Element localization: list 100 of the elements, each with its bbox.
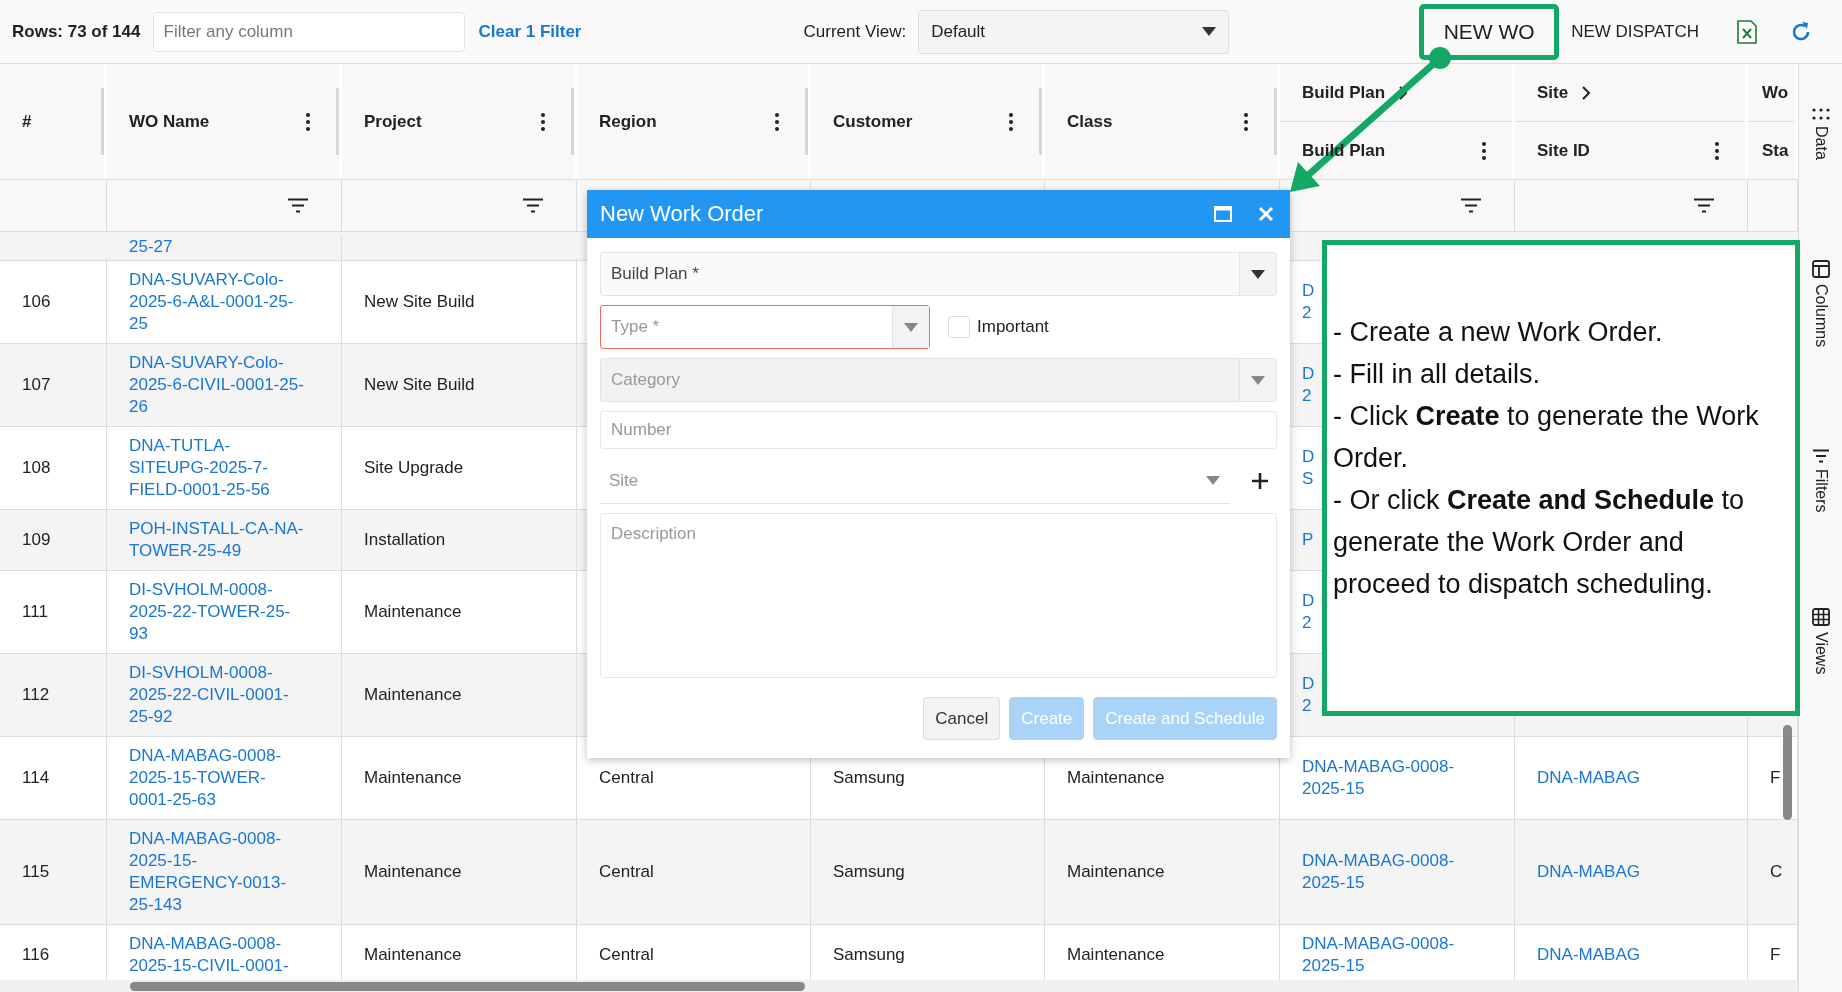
link[interactable]: DNA-MABAG-0008-2025-15-TOWER-0001-25-63 bbox=[129, 745, 305, 811]
table-cell: 107 bbox=[22, 374, 51, 396]
site-dropdown[interactable]: Site bbox=[600, 458, 1230, 504]
dots-icon bbox=[1812, 108, 1830, 120]
note-text: - Create a new Work Order. bbox=[1333, 316, 1664, 349]
column-header[interactable]: WO Name bbox=[129, 111, 210, 132]
link[interactable]: 25-27 bbox=[129, 236, 173, 258]
chevron-icon[interactable] bbox=[1582, 85, 1592, 100]
kebab-menu-icon[interactable] bbox=[1482, 141, 1486, 160]
link[interactable]: DNA-MABAG-0008-2025-15 bbox=[1302, 933, 1496, 977]
link[interactable]: DNA-TUTLA-SITEUPG-2025-7-FIELD-0001-25-56 bbox=[129, 435, 305, 501]
note-text: - Or click Create and Schedule to generate the Work Order and proceed to dispatch scheduling. bbox=[1333, 484, 1746, 601]
description-field[interactable]: Description bbox=[600, 513, 1277, 678]
table-cell: C bbox=[1770, 861, 1783, 883]
kebab-menu-icon[interactable] bbox=[541, 112, 545, 131]
chevron-icon[interactable] bbox=[1399, 85, 1409, 100]
checkbox-label[interactable]: Important bbox=[977, 317, 1049, 337]
dialog-title: New Work Order bbox=[600, 201, 765, 227]
side-tab[interactable]: Views bbox=[1799, 608, 1842, 675]
column-group-header[interactable]: Wo bbox=[1762, 82, 1789, 103]
link[interactable]: DNA-MABAG-0008-2025-15-CIVIL-0001- bbox=[129, 933, 305, 977]
column-header[interactable]: Sta bbox=[1762, 140, 1789, 161]
table-cell: 114 bbox=[22, 767, 50, 789]
side-tab[interactable]: Data bbox=[1799, 108, 1842, 160]
dialog-button[interactable]: Cancel bbox=[923, 697, 1001, 740]
table-cell: Samsung bbox=[833, 944, 905, 966]
link[interactable]: DNA-MABAG-0008-2025-15 bbox=[1302, 756, 1496, 800]
view-dropdown[interactable]: Default bbox=[918, 9, 1230, 54]
caret-icon bbox=[904, 322, 918, 332]
table-cell: Samsung bbox=[833, 767, 905, 789]
table-cell: 116 bbox=[22, 944, 50, 966]
link[interactable]: P bbox=[1302, 529, 1316, 551]
link[interactable]: DI-SVHOLM-0008-2025-22-CIVIL-0001-25-92 bbox=[129, 662, 305, 728]
link[interactable]: DNA-MABAG-0008-2025-15 bbox=[1302, 850, 1496, 894]
column-group-header[interactable]: Site bbox=[1537, 82, 1569, 103]
note-text: - Click Create to generate the Work Order. bbox=[1333, 400, 1760, 475]
link[interactable]: D 2 bbox=[1302, 363, 1316, 407]
table-cell: Maintenance bbox=[364, 861, 462, 883]
checkbox[interactable] bbox=[948, 316, 970, 338]
side-tab[interactable]: Filters bbox=[1799, 449, 1842, 513]
kebab-menu-icon[interactable] bbox=[1009, 112, 1013, 131]
column-header[interactable]: Region bbox=[599, 111, 657, 132]
close-icon[interactable] bbox=[1258, 206, 1274, 222]
table-cell: Samsung bbox=[833, 861, 905, 883]
link[interactable]: POH-INSTALL-CA-NA-TOWER-25-49 bbox=[129, 518, 305, 562]
column-group-header[interactable]: Build Plan bbox=[1302, 82, 1386, 103]
link[interactable]: D 2 bbox=[1302, 673, 1316, 717]
table-cell: 112 bbox=[22, 684, 50, 706]
column-header[interactable]: Customer bbox=[833, 111, 913, 132]
link[interactable]: D 2 bbox=[1302, 590, 1316, 634]
build-plan-dropdown[interactable]: Build Plan * bbox=[600, 252, 1277, 296]
note-text: - Fill in all details. bbox=[1333, 358, 1542, 391]
table-cell: Site Upgrade bbox=[364, 457, 464, 479]
table-cell: New Site Build bbox=[364, 291, 475, 313]
table-cell: 108 bbox=[22, 457, 51, 479]
column-header[interactable]: # bbox=[22, 111, 32, 132]
link[interactable]: DNA-SUVARY-Colo-2025-6-CIVIL-0001-25-26 bbox=[129, 352, 305, 418]
filter-icon[interactable] bbox=[287, 198, 309, 213]
filter-icon[interactable] bbox=[522, 198, 544, 213]
kebab-menu-icon[interactable] bbox=[306, 112, 310, 131]
kebab-menu-icon[interactable] bbox=[775, 112, 779, 131]
caret-icon bbox=[1251, 375, 1265, 385]
type-dropdown[interactable]: Type * bbox=[600, 305, 930, 349]
column-header[interactable]: Class bbox=[1067, 111, 1113, 132]
table-cell: Central bbox=[599, 767, 654, 789]
toolbar-button[interactable]: NEW DISPATCH bbox=[1563, 21, 1707, 42]
filter-icon[interactable] bbox=[1693, 198, 1715, 213]
scrollbar[interactable] bbox=[130, 982, 805, 991]
link[interactable]: DNA-SUVARY-Colo-2025-6-A&L-0001-25-25 bbox=[129, 269, 305, 335]
caret-icon bbox=[1251, 269, 1265, 279]
link[interactable]: D S bbox=[1302, 446, 1316, 490]
view-label: Current View: bbox=[803, 21, 907, 42]
number-field[interactable]: Number bbox=[600, 411, 1277, 449]
kebab-menu-icon[interactable] bbox=[1244, 112, 1248, 131]
table-cell: Maintenance bbox=[364, 767, 462, 789]
link[interactable]: DI-SVHOLM-0008-2025-22-TOWER-25-93 bbox=[129, 579, 305, 645]
add-icon[interactable] bbox=[1252, 473, 1268, 489]
link[interactable]: DNA-MABAG bbox=[1537, 767, 1640, 789]
side-tab[interactable]: Columns bbox=[1799, 260, 1842, 348]
maximize-icon[interactable] bbox=[1214, 206, 1232, 222]
link[interactable]: DNA-MABAG bbox=[1537, 861, 1640, 883]
table-cell: Central bbox=[599, 944, 654, 966]
scrollbar[interactable] bbox=[1783, 725, 1792, 820]
link[interactable]: D 2 bbox=[1302, 280, 1316, 324]
row-count: Rows: 73 of 144 bbox=[12, 21, 141, 42]
table-cell: Central bbox=[599, 861, 654, 883]
table-cell: Maintenance bbox=[364, 684, 462, 706]
columns-icon bbox=[1812, 260, 1830, 278]
filter-icon[interactable] bbox=[1460, 198, 1482, 213]
caret-icon bbox=[1202, 27, 1217, 36]
kebab-menu-icon[interactable] bbox=[1715, 141, 1719, 160]
clear-filter-link[interactable]: Clear 1 Filter bbox=[478, 21, 582, 42]
filter-field[interactable]: Filter any column bbox=[152, 11, 465, 52]
grid-icon bbox=[1812, 608, 1830, 626]
table-cell: 115 bbox=[22, 861, 50, 883]
spreadsheet-icon[interactable] bbox=[1737, 19, 1757, 44]
column-header[interactable]: Site ID bbox=[1537, 140, 1590, 161]
link[interactable]: DNA-MABAG bbox=[1537, 944, 1640, 966]
column-header[interactable]: Project bbox=[364, 111, 422, 132]
link[interactable]: DNA-MABAG-0008-2025-15-EMERGENCY-0013-25-143 bbox=[129, 828, 305, 916]
